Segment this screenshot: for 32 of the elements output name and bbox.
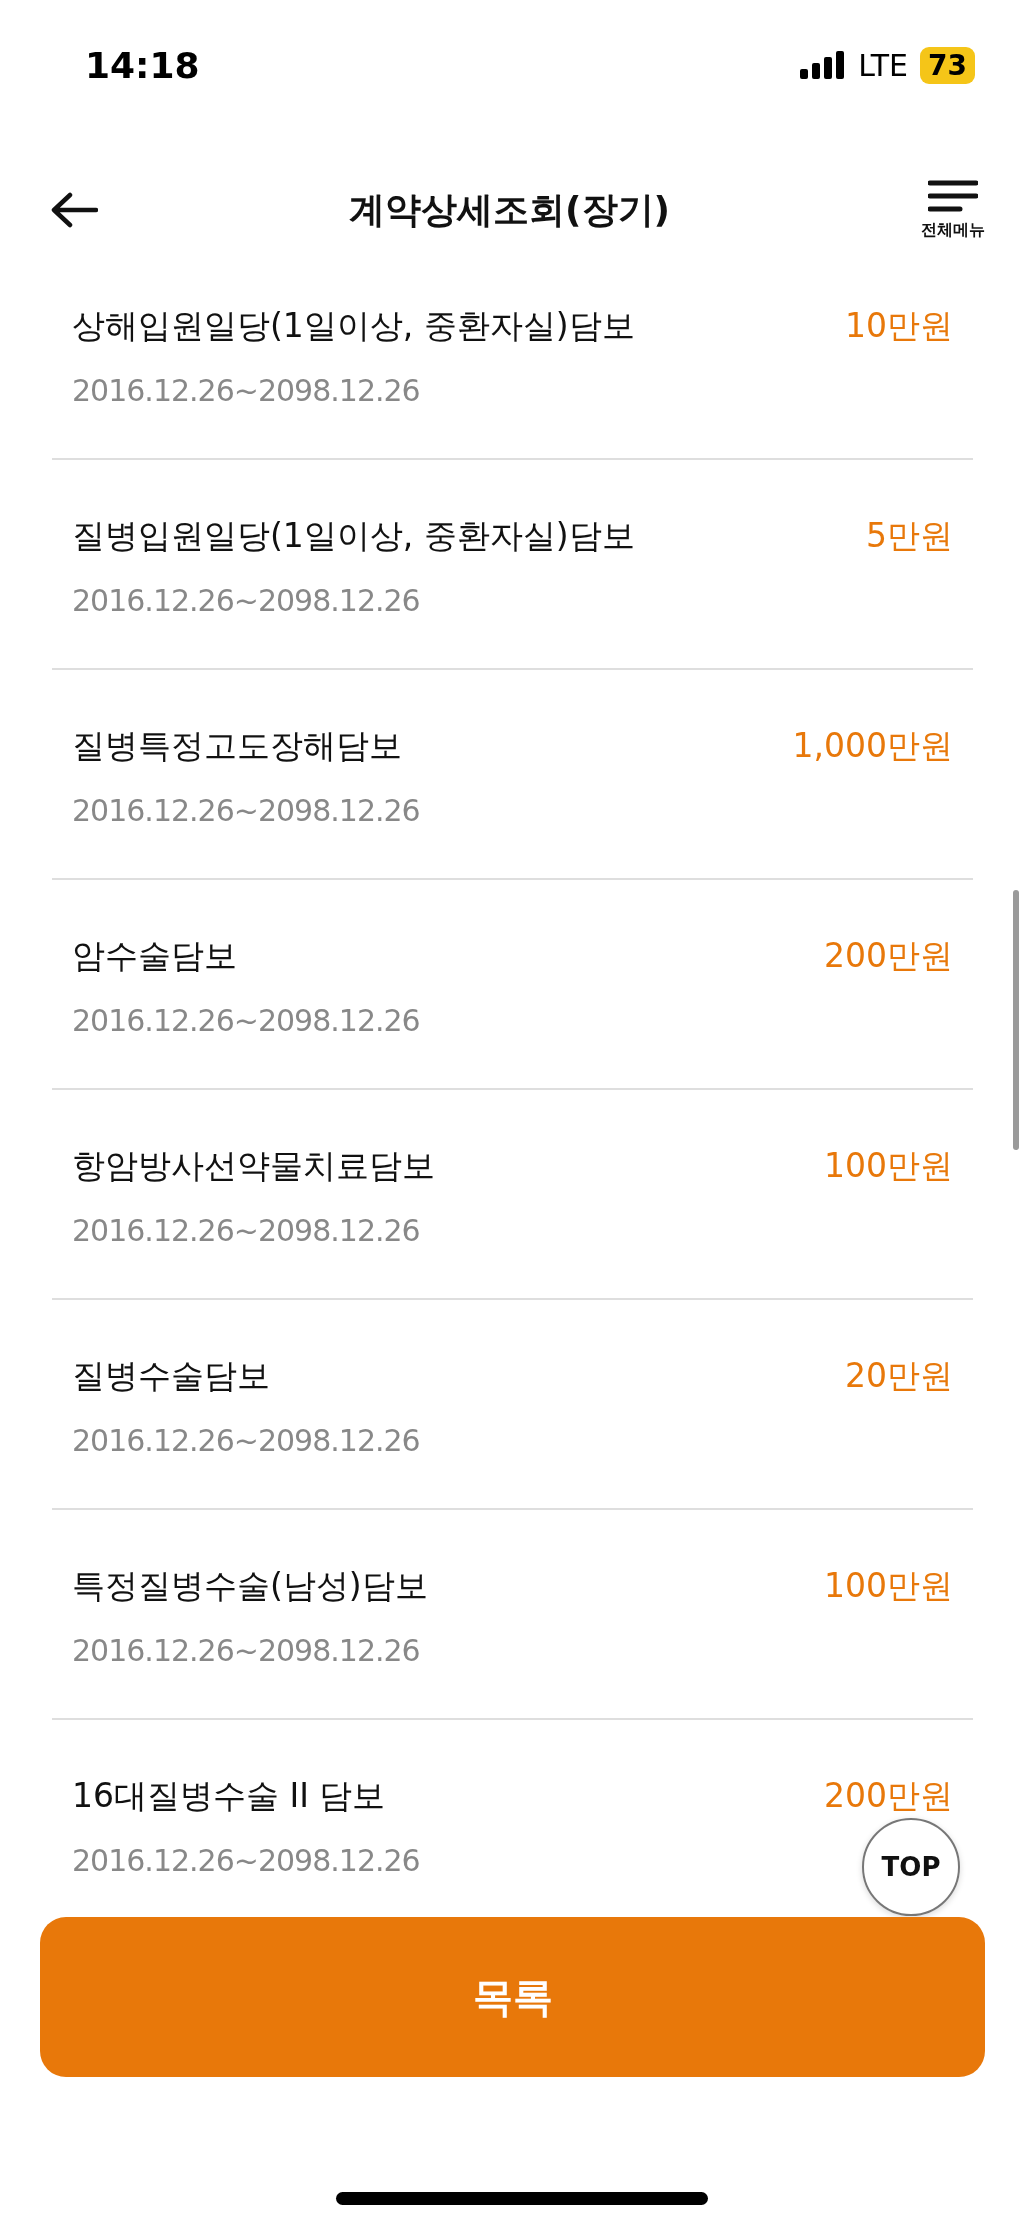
coverage-name: 상해입원일당(1일이상, 중환자실)담보 <box>72 305 635 347</box>
coverage-amount: 10만원 <box>845 305 953 347</box>
network-label: LTE <box>858 47 909 83</box>
coverage-name: 항암방사선약물치료담보 <box>72 1145 435 1187</box>
back-button[interactable] <box>50 192 98 228</box>
coverage-name: 16대질병수술 II 담보 <box>72 1775 387 1817</box>
coverage-period: 2016.12.26~2098.12.26 <box>72 372 421 410</box>
coverage-period: 2016.12.26~2098.12.26 <box>72 1002 420 1040</box>
coverage-amount: 100만원 <box>824 1145 953 1187</box>
coverage-amount: 100만원 <box>824 1565 953 1607</box>
coverage-period: 2016.12.26~2098.12.26 <box>72 1632 421 1670</box>
coverage-amount: 5만원 <box>866 515 953 557</box>
coverage-period: 2016.12.26~2098.12.26 <box>72 792 420 830</box>
coverage-name: 특정질병수술(남성)담보 <box>72 1565 428 1607</box>
coverage-amount: 20만원 <box>845 1355 953 1397</box>
coverage-amount: 1,000만원 <box>792 725 953 767</box>
coverage-period: 2016.12.26~2098.12.26 <box>72 1422 420 1460</box>
coverage-period: 2016.12.26~2098.12.26 <box>72 1842 420 1880</box>
coverage-period: 2016.12.26~2098.12.26 <box>72 582 421 620</box>
status-time: 14:18 <box>85 44 200 86</box>
coverage-amount: 200만원 <box>824 935 953 977</box>
coverage-period: 2016.12.26~2098.12.26 <box>72 1212 421 1250</box>
coverage-name: 질병입원일당(1일이상, 중환자실)담보 <box>72 515 635 557</box>
menu-button[interactable]: 전체메뉴 <box>921 179 985 241</box>
page-title: 계약상세조회(장기) <box>349 187 670 232</box>
battery-level: 73 <box>920 46 975 84</box>
coverage-name: 질병특정고도장해담보 <box>72 725 403 767</box>
coverage-name: 암수술담보 <box>72 935 238 977</box>
coverage-name: 질병수술담보 <box>72 1355 271 1397</box>
scroll-top-button[interactable]: TOP <box>862 1818 960 1916</box>
coverage-amount: 200만원 <box>824 1775 953 1817</box>
signal-icon <box>800 51 847 79</box>
